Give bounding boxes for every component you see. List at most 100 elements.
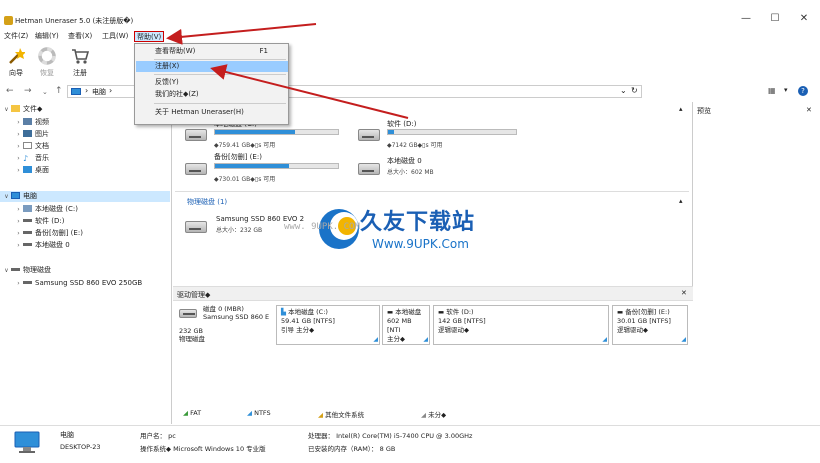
tree-item-ssd[interactable]: › Samsung SSD 860 EVO 250GB (14, 278, 142, 289)
twisty-icon[interactable]: ∨ (2, 104, 11, 115)
drive-icon (23, 219, 32, 222)
volume-disk0[interactable]: 本地磁盘 0 总大小：602 MB (356, 150, 526, 190)
collapse-physical-icon[interactable]: ▴ (679, 197, 683, 205)
desktop-icon (23, 166, 32, 173)
maximize-button[interactable]: ☐ (765, 12, 785, 26)
twisty-icon[interactable]: › (14, 153, 23, 164)
usage-fill (215, 164, 289, 168)
title-bar: Hetman Uneraser 5.0 (未注册版�) — ☐ ✕ (0, 0, 820, 30)
partition-local[interactable]: ▬ 本地磁盘 602 MB [NTI 主分◆ ◢ (382, 305, 430, 345)
twisty-icon[interactable]: ∨ (2, 191, 11, 202)
menu-separator (154, 74, 286, 75)
watermark-title: 久友下载站 (360, 210, 476, 235)
tree-item-drive-d[interactable]: › 软件 (D:) (14, 216, 64, 227)
partition-fs: 142 GB [NTFS] (438, 317, 486, 325)
tree-item-videos[interactable]: › 视频 (14, 117, 49, 128)
twisty-icon[interactable]: › (14, 228, 23, 239)
twisty-icon[interactable]: › (14, 117, 23, 128)
tree-item-music[interactable]: › ♪ 音乐 (14, 153, 49, 164)
volume-name: 备份[勿删] (E:) (214, 153, 262, 161)
partition-e[interactable]: ▬ 备份[勿删] (E:) 30.01 GB [NTFS] 逻辑驱动◆ ◢ (612, 305, 688, 345)
twisty-icon[interactable]: ∨ (2, 265, 11, 276)
layout-icon[interactable]: ▦ (768, 86, 776, 95)
tree-item-disk-0[interactable]: › 本地磁盘 0 (14, 240, 70, 251)
twisty-icon[interactable]: › (14, 165, 23, 176)
window-title: Hetman Uneraser 5.0 (未注册版�) (15, 17, 134, 25)
partition-role: 逻辑驱动◆ (438, 326, 469, 334)
layout-dropdown-icon[interactable]: ▾ (784, 86, 788, 94)
menu-file[interactable]: 文件(Z) (2, 31, 30, 42)
twisty-icon[interactable]: › (14, 278, 23, 289)
back-icon[interactable]: ← (6, 86, 14, 96)
tree-label: 本地磁盘 0 (35, 241, 70, 249)
preview-close-icon[interactable]: ✕ (806, 106, 812, 114)
twisty-icon[interactable]: › (14, 204, 23, 215)
disk-manager-title: 驱动管理◆ (177, 291, 211, 299)
corner-marker-icon: ◢ (602, 336, 607, 343)
address-dropdown-icon[interactable]: ⌄ (620, 86, 627, 95)
disk-0-card[interactable]: 磁盘 0 (MBR) Samsung SSD 860 E 232 GB 物理磁盘 (179, 305, 275, 349)
menu-item-feedback[interactable]: 反馈(Y) (136, 77, 288, 88)
recover-button[interactable]: 恢复 (33, 47, 61, 78)
drive-icon (11, 268, 20, 271)
disk-manager-close-icon[interactable]: ✕ (681, 289, 687, 297)
tree-item-drive-e[interactable]: › 备份[勿删] (E:) (14, 228, 83, 239)
history-dropdown-icon[interactable]: ⌄ (42, 88, 48, 96)
menu-item-community[interactable]: 我们的社◆(Z) (136, 89, 288, 100)
tree-item-computer[interactable]: ∨ 电脑 (0, 191, 170, 202)
status-os: 操作系统◆ Microsoft Windows 10 专业版 (140, 445, 266, 453)
menu-item-about[interactable]: 关于 Hetman Uneraser(H) (136, 107, 288, 118)
tree-item-documents[interactable]: › 文档 (14, 141, 49, 152)
status-bar: 电脑 DESKTOP-23 用户名： pc 操作系统◆ Microsoft Wi… (0, 425, 820, 463)
volume-info: ◆7142 GB◆▯s 可用 (387, 142, 443, 149)
help-icon[interactable]: ? (798, 86, 808, 96)
up-icon[interactable]: ↑ (55, 86, 63, 96)
refresh-icon[interactable]: ↻ (631, 86, 638, 95)
twisty-icon[interactable]: › (14, 129, 23, 140)
music-icon: ♪ (23, 154, 29, 163)
wizard-button[interactable]: 向导 (2, 47, 30, 78)
partition-d[interactable]: ▬ 软件 (D:) 142 GB [NTFS] 逻辑驱动◆ ◢ (433, 305, 609, 345)
drive-icon (185, 129, 207, 141)
tree-item-pictures[interactable]: › 图片 (14, 129, 49, 140)
shortcut-label: F1 (259, 47, 268, 55)
menu-item-register[interactable]: 注册(X) (136, 61, 288, 72)
disk-size: 总大小：232 GB (216, 227, 263, 234)
drive-icon (358, 163, 380, 175)
tree-label: 本地磁盘 (C:) (35, 205, 78, 213)
register-button[interactable]: 注册 (66, 47, 94, 78)
address-location: 电脑 (92, 88, 106, 96)
tree-divider (171, 102, 172, 424)
volume-e[interactable]: 备份[勿删] (E:) ◆730.01 GB◆▯s 可用 (183, 150, 343, 190)
drive-icon (179, 309, 197, 318)
drive-icon (358, 129, 380, 141)
menu-view[interactable]: 查看(X) (66, 31, 94, 42)
tree-item-desktop[interactable]: › 桌面 (14, 165, 49, 176)
menu-item-view-help[interactable]: 查看帮助(W) F1 (136, 46, 288, 57)
minimize-button[interactable]: — (736, 12, 756, 26)
twisty-icon[interactable]: › (14, 141, 23, 152)
drive-icon (185, 221, 207, 233)
forward-icon[interactable]: → (24, 86, 32, 96)
tree-item-drive-c[interactable]: › 本地磁盘 (C:) (14, 204, 78, 215)
usage-bar (387, 129, 517, 135)
collapse-volumes-icon[interactable]: ▴ (679, 105, 683, 113)
menu-help[interactable]: 帮助(V) (134, 31, 165, 42)
tree-label: 音乐 (35, 154, 49, 162)
legend-ntfs: ◢ NTFS (247, 409, 271, 417)
watermark-url-small: www. 9UPK. COM (284, 222, 360, 232)
close-button[interactable]: ✕ (794, 12, 814, 26)
twisty-icon[interactable]: › (14, 240, 23, 251)
volume-name: 本地磁盘 0 (387, 157, 422, 165)
usage-bar (214, 163, 339, 169)
drive-icon (23, 231, 32, 234)
menu-tools[interactable]: 工具(W) (100, 31, 130, 42)
tree-item-physical[interactable]: ∨ 物理磁盘 (2, 265, 51, 276)
app-icon (4, 16, 13, 25)
disk-type: 物理磁盘 (179, 335, 205, 343)
twisty-icon[interactable]: › (14, 216, 23, 227)
menu-edit[interactable]: 编辑(Y) (33, 31, 61, 42)
tree-item-files[interactable]: ∨ 文件◆ (2, 104, 42, 115)
partition-c[interactable]: ▙ 本地磁盘 (C:) 59.41 GB [NTFS] 引导 主分◆ ◢ (276, 305, 380, 345)
partition-fs: 602 MB [NTI (387, 317, 412, 334)
